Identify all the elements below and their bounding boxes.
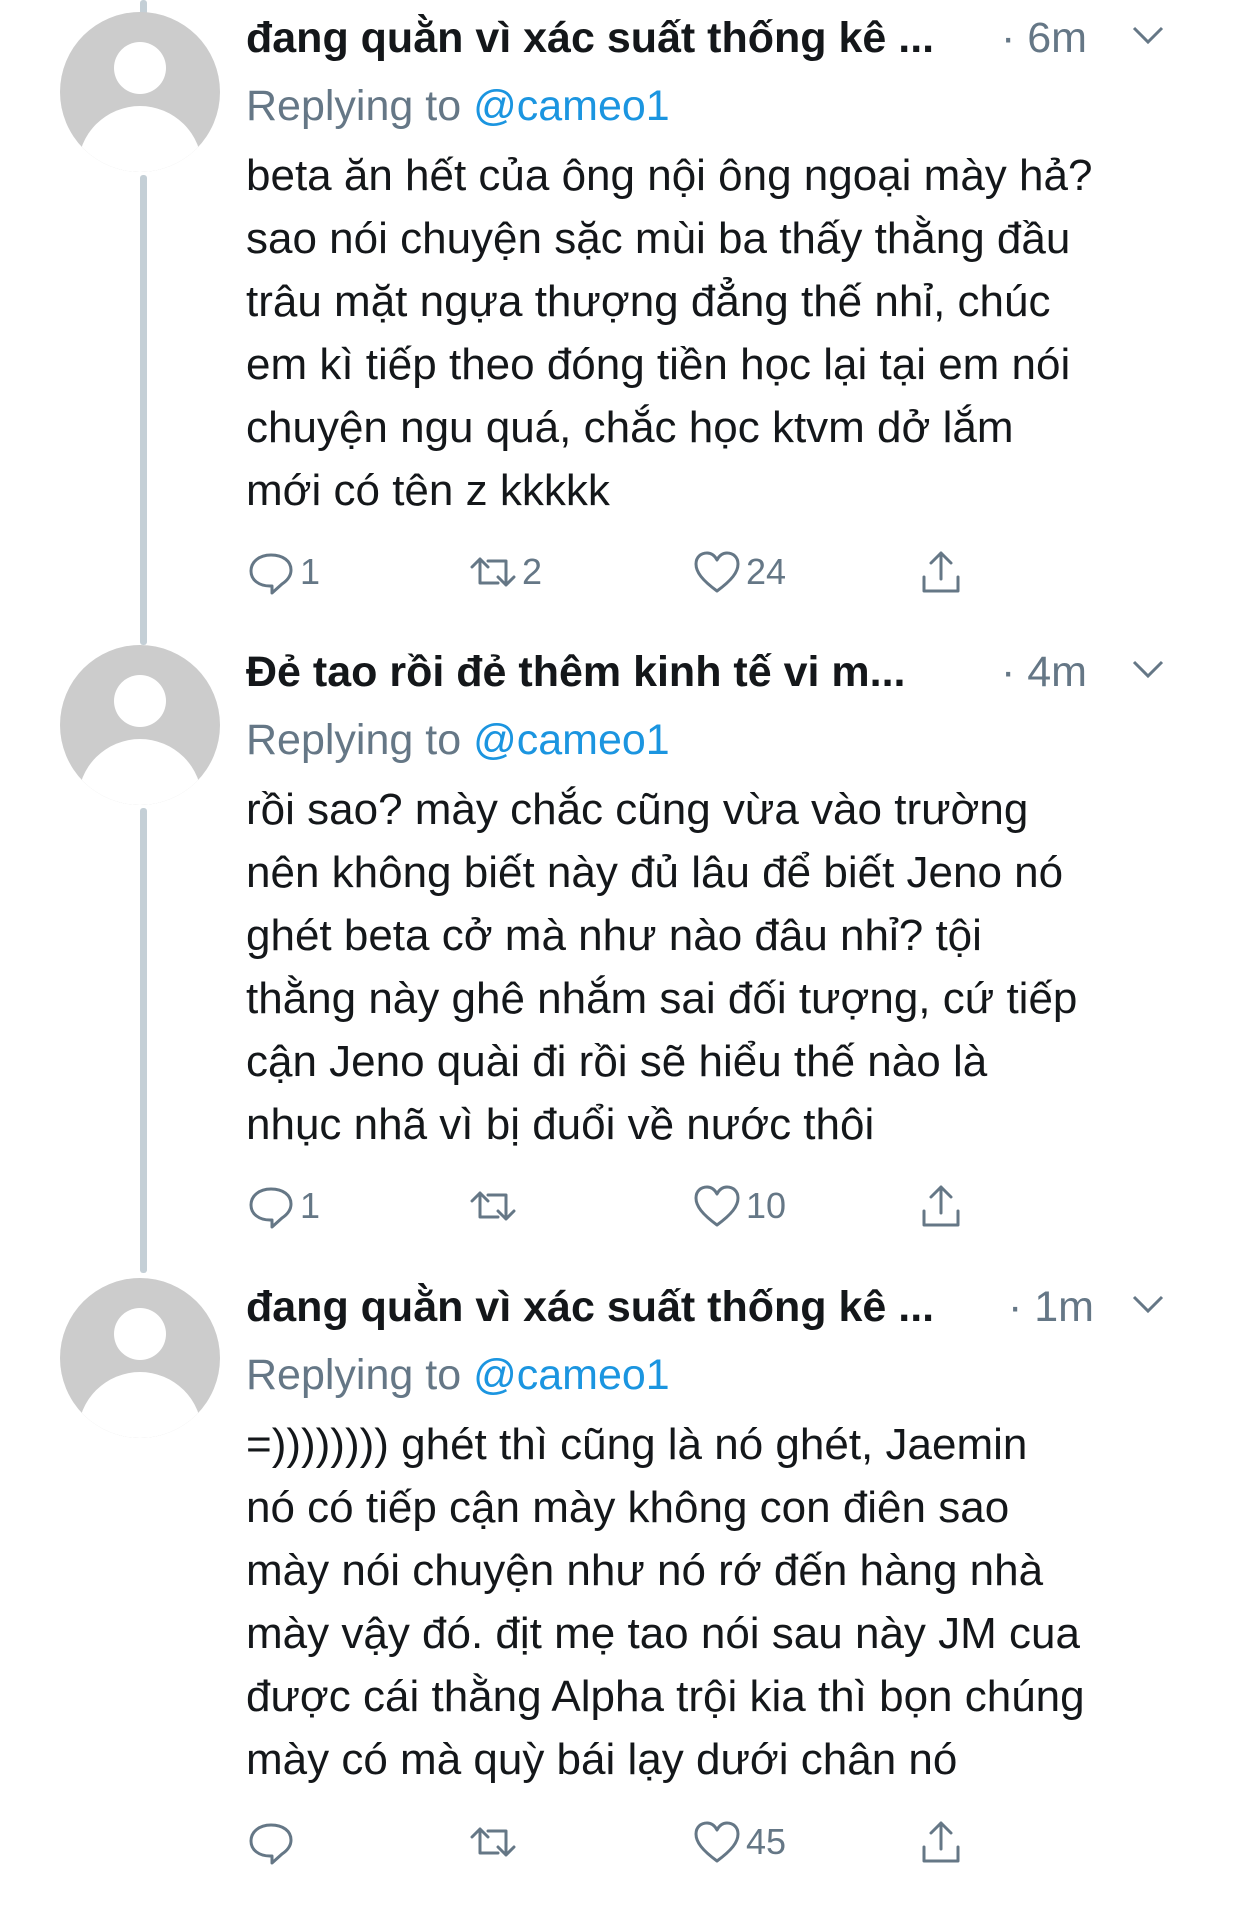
- avatar-placeholder-head: [114, 1308, 166, 1360]
- like-button[interactable]: 45: [692, 1812, 786, 1872]
- like-button[interactable]: 24: [692, 542, 786, 602]
- replying-label: Replying to: [246, 716, 462, 764]
- replying-handle-link[interactable]: @cameo1: [473, 82, 670, 130]
- display-name[interactable]: đang quằn vì xác suất thống kê ...: [246, 1283, 934, 1332]
- reply-count: 1: [300, 551, 321, 592]
- tweet-text-line: nên không biết này đủ lâu để biết Jeno n…: [246, 848, 1064, 897]
- tweet-text-line: =)))))))) ghét thì cũng là nó ghét, Jaem…: [246, 1420, 1028, 1469]
- tweet-text-line: rồi sao? mày chắc cũng vừa vào trường: [246, 785, 1029, 834]
- avatar[interactable]: [60, 1278, 220, 1438]
- reply-icon: [249, 1187, 293, 1229]
- share-button[interactable]: [916, 542, 966, 602]
- reply-button[interactable]: [246, 1812, 300, 1872]
- timestamp[interactable]: · 4m: [1001, 648, 1087, 697]
- chevron-down-icon[interactable]: [1128, 1289, 1168, 1319]
- tweet-text-line: beta ăn hết của ông nội ông ngoại mày hả…: [246, 151, 1093, 200]
- avatar[interactable]: [60, 12, 220, 172]
- retweet-button[interactable]: [468, 1812, 522, 1872]
- retweet-icon: [470, 1191, 516, 1221]
- tweet-text-line: mày vậy đó. địt mẹ tao nói sau này JM cu…: [246, 1609, 1080, 1658]
- share-icon: [922, 1185, 960, 1227]
- replying-to: Replying to @cameo1: [246, 76, 1179, 136]
- share-icon: [922, 1821, 960, 1863]
- heart-icon: [694, 1821, 740, 1863]
- tweet-text-line: cận Jeno quài đi rồi sẽ hiểu thế nào là: [246, 1037, 988, 1086]
- timestamp[interactable]: · 6m: [1001, 14, 1087, 63]
- reply-icon: [249, 553, 293, 595]
- replying-handle-link[interactable]: @cameo1: [473, 1351, 670, 1399]
- retweet-button[interactable]: 2: [468, 542, 542, 602]
- retweet-icon: [470, 557, 516, 587]
- avatar-placeholder-body: [78, 739, 202, 805]
- tweet-text: rồi sao? mày chắc cũng vừa vào trường nê…: [246, 778, 1179, 1156]
- replying-label: Replying to: [246, 1351, 462, 1399]
- avatar[interactable]: [60, 645, 220, 805]
- tweet-text-line: nhục nhã vì bị đuổi về nước thôi: [246, 1100, 875, 1149]
- replying-to: Replying to @cameo1: [246, 710, 1179, 770]
- tweet-text-line: thằng này ghê nhắm sai đối tượng, cứ tiế…: [246, 974, 1078, 1023]
- avatar-placeholder-head: [114, 675, 166, 727]
- reply-button[interactable]: 1: [246, 1176, 320, 1236]
- replying-label: Replying to: [246, 82, 462, 130]
- like-count: 10: [746, 1185, 787, 1226]
- replying-handle-link[interactable]: @cameo1: [473, 716, 670, 764]
- tweet-text-line: trâu mặt ngựa thượng đẳng thế nhỉ, chúc: [246, 277, 1051, 326]
- tweet-text-line: em kì tiếp theo đóng tiền học lại tại em…: [246, 340, 1071, 389]
- avatar-placeholder-body: [78, 106, 202, 172]
- like-button[interactable]: 10: [692, 1176, 786, 1236]
- retweet-count: 2: [522, 551, 543, 592]
- like-count: 24: [746, 551, 787, 592]
- chevron-down-icon[interactable]: [1128, 20, 1168, 50]
- display-name[interactable]: đang quằn vì xác suất thống kê ...: [246, 14, 934, 63]
- share-button[interactable]: [916, 1812, 966, 1872]
- thread-line: [140, 808, 147, 1273]
- tweet-text-line: nó có tiếp cận mày không con điên sao: [246, 1483, 1010, 1532]
- share-button[interactable]: [916, 1176, 966, 1236]
- tweet-text-line: mày nói chuyện như nó rớ đến hàng nhà: [246, 1546, 1044, 1595]
- heart-icon: [694, 551, 740, 593]
- tweet-text-line: được cái thằng Alpha trội kia thì bọn ch…: [246, 1672, 1085, 1721]
- tweet-text-line: sao nói chuyện sặc mùi ba thấy thằng đầu: [246, 214, 1071, 263]
- avatar-placeholder-body: [78, 1372, 202, 1438]
- display-name[interactable]: Đẻ tao rồi đẻ thêm kinh tế vi m...: [246, 648, 905, 697]
- tweet-text-line: chuyện ngu quá, chắc học ktvm dở lắm: [246, 403, 1014, 452]
- reply-icon: [249, 1823, 293, 1865]
- reply-button[interactable]: 1: [246, 542, 320, 602]
- tweet-text-line: mới có tên z kkkkk: [246, 466, 610, 515]
- tweet-text: =)))))))) ghét thì cũng là nó ghét, Jaem…: [246, 1413, 1179, 1791]
- replying-to: Replying to @cameo1: [246, 1345, 1179, 1405]
- tweet-text-line: ghét beta cở mà như nào đâu nhỉ? tội: [246, 911, 982, 960]
- reply-count: 1: [300, 1185, 321, 1226]
- tweet-text: beta ăn hết của ông nội ông ngoại mày hả…: [246, 144, 1179, 522]
- heart-icon: [694, 1185, 740, 1227]
- timestamp[interactable]: · 1m: [1008, 1283, 1094, 1332]
- chevron-down-icon[interactable]: [1128, 654, 1168, 684]
- avatar-placeholder-head: [114, 42, 166, 94]
- retweet-icon: [470, 1827, 516, 1857]
- retweet-button[interactable]: [468, 1176, 522, 1236]
- tweet-text-line: mày có mà quỳ bái lạy dưới chân nó: [246, 1735, 958, 1784]
- like-count: 45: [746, 1821, 787, 1862]
- share-icon: [922, 551, 960, 593]
- thread-line: [140, 175, 147, 645]
